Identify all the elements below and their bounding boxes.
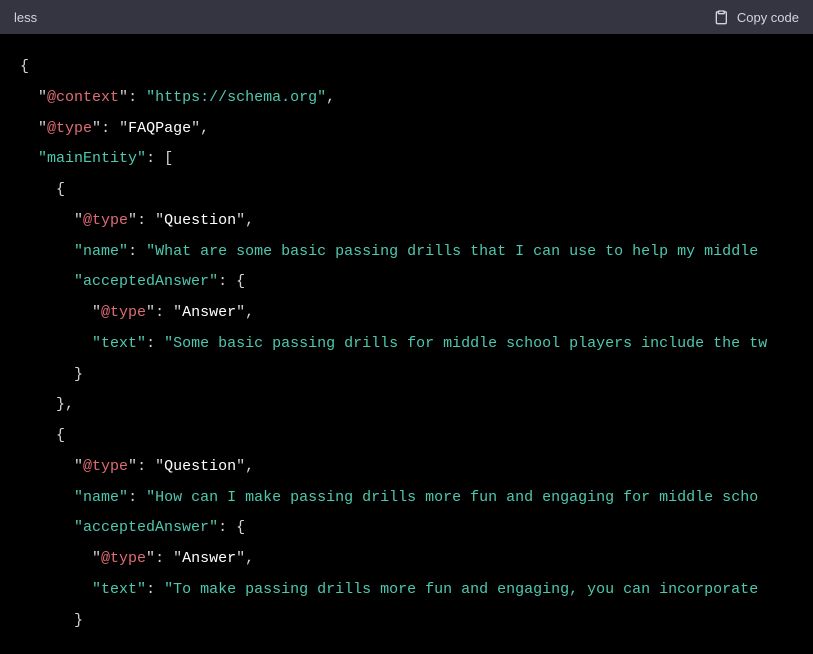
code-block-header: less Copy code [0, 0, 813, 34]
quote: " [236, 550, 245, 567]
quote: " [236, 458, 245, 475]
comma: , [245, 458, 254, 475]
comma: , [245, 304, 254, 321]
json-key: " [74, 519, 83, 536]
brace: { [56, 181, 65, 198]
comma: , [245, 212, 254, 229]
json-key: " [119, 489, 128, 506]
colon: : [128, 489, 146, 506]
code-content[interactable]: { "@context": "https://schema.org", "@ty… [0, 34, 813, 654]
quote: " [92, 120, 101, 137]
json-key: " [92, 335, 101, 352]
colon: : [128, 243, 146, 260]
quote: " [128, 212, 137, 229]
json-key: mainEntity [47, 150, 137, 167]
quote: " [38, 120, 47, 137]
json-value: Question [164, 212, 236, 229]
json-value: Answer [182, 550, 236, 567]
clipboard-icon [713, 9, 729, 25]
json-string: " [146, 489, 155, 506]
json-string: " [146, 89, 155, 106]
colon: : [155, 550, 173, 567]
json-value: FAQPage [128, 120, 191, 137]
json-key: " [74, 243, 83, 260]
json-key: " [74, 273, 83, 290]
json-key: " [137, 335, 146, 352]
json-key: " [119, 243, 128, 260]
quote: " [191, 120, 200, 137]
json-key: text [101, 581, 137, 598]
json-value: Some basic passing drills for middle sch… [173, 335, 767, 352]
json-value: How can I make passing drills more fun a… [155, 489, 758, 506]
json-key: " [209, 273, 218, 290]
quote: " [38, 89, 47, 106]
colon: : { [218, 519, 245, 536]
colon: : [137, 458, 155, 475]
json-value: Answer [182, 304, 236, 321]
colon: : [146, 335, 164, 352]
quote: " [236, 304, 245, 321]
json-string: " [164, 335, 173, 352]
comma: , [245, 550, 254, 567]
json-key: text [101, 335, 137, 352]
json-key: name [83, 489, 119, 506]
json-key: @type [83, 458, 128, 475]
quote: " [74, 212, 83, 229]
colon: : { [218, 273, 245, 290]
quote: " [146, 550, 155, 567]
json-key: " [74, 489, 83, 506]
json-string: " [146, 243, 155, 260]
quote: " [173, 550, 182, 567]
quote: " [128, 458, 137, 475]
json-key: @type [101, 550, 146, 567]
colon: : [ [146, 150, 173, 167]
json-key: " [137, 581, 146, 598]
quote: " [173, 304, 182, 321]
language-label: less [14, 10, 37, 25]
json-value: What are some basic passing drills that … [155, 243, 767, 260]
json-string: " [317, 89, 326, 106]
json-key: " [137, 150, 146, 167]
json-key: acceptedAnswer [83, 273, 209, 290]
quote: " [92, 304, 101, 321]
json-key: @type [47, 120, 92, 137]
colon: : [155, 304, 173, 321]
brace: { [20, 58, 29, 75]
comma: , [326, 89, 335, 106]
colon: : [128, 89, 146, 106]
colon: : [146, 581, 164, 598]
json-value: https://schema.org [155, 89, 317, 106]
json-string: " [164, 581, 173, 598]
json-key: " [92, 581, 101, 598]
json-key: " [209, 519, 218, 536]
colon: : [101, 120, 119, 137]
copy-code-label: Copy code [737, 10, 799, 25]
quote: " [74, 458, 83, 475]
json-key: " [38, 150, 47, 167]
quote: " [236, 212, 245, 229]
quote: " [146, 304, 155, 321]
quote: " [92, 550, 101, 567]
json-key: acceptedAnswer [83, 519, 209, 536]
brace: { [56, 427, 65, 444]
quote: " [155, 458, 164, 475]
comma: , [200, 120, 209, 137]
json-key: name [83, 243, 119, 260]
colon: : [137, 212, 155, 229]
brace: } [74, 366, 83, 383]
quote: " [155, 212, 164, 229]
copy-code-button[interactable]: Copy code [713, 9, 799, 25]
brace: }, [56, 396, 74, 413]
json-key: @type [101, 304, 146, 321]
quote: " [119, 89, 128, 106]
json-value: To make passing drills more fun and enga… [173, 581, 767, 598]
json-key: @context [47, 89, 119, 106]
json-value: Question [164, 458, 236, 475]
quote: " [119, 120, 128, 137]
json-key: @type [83, 212, 128, 229]
